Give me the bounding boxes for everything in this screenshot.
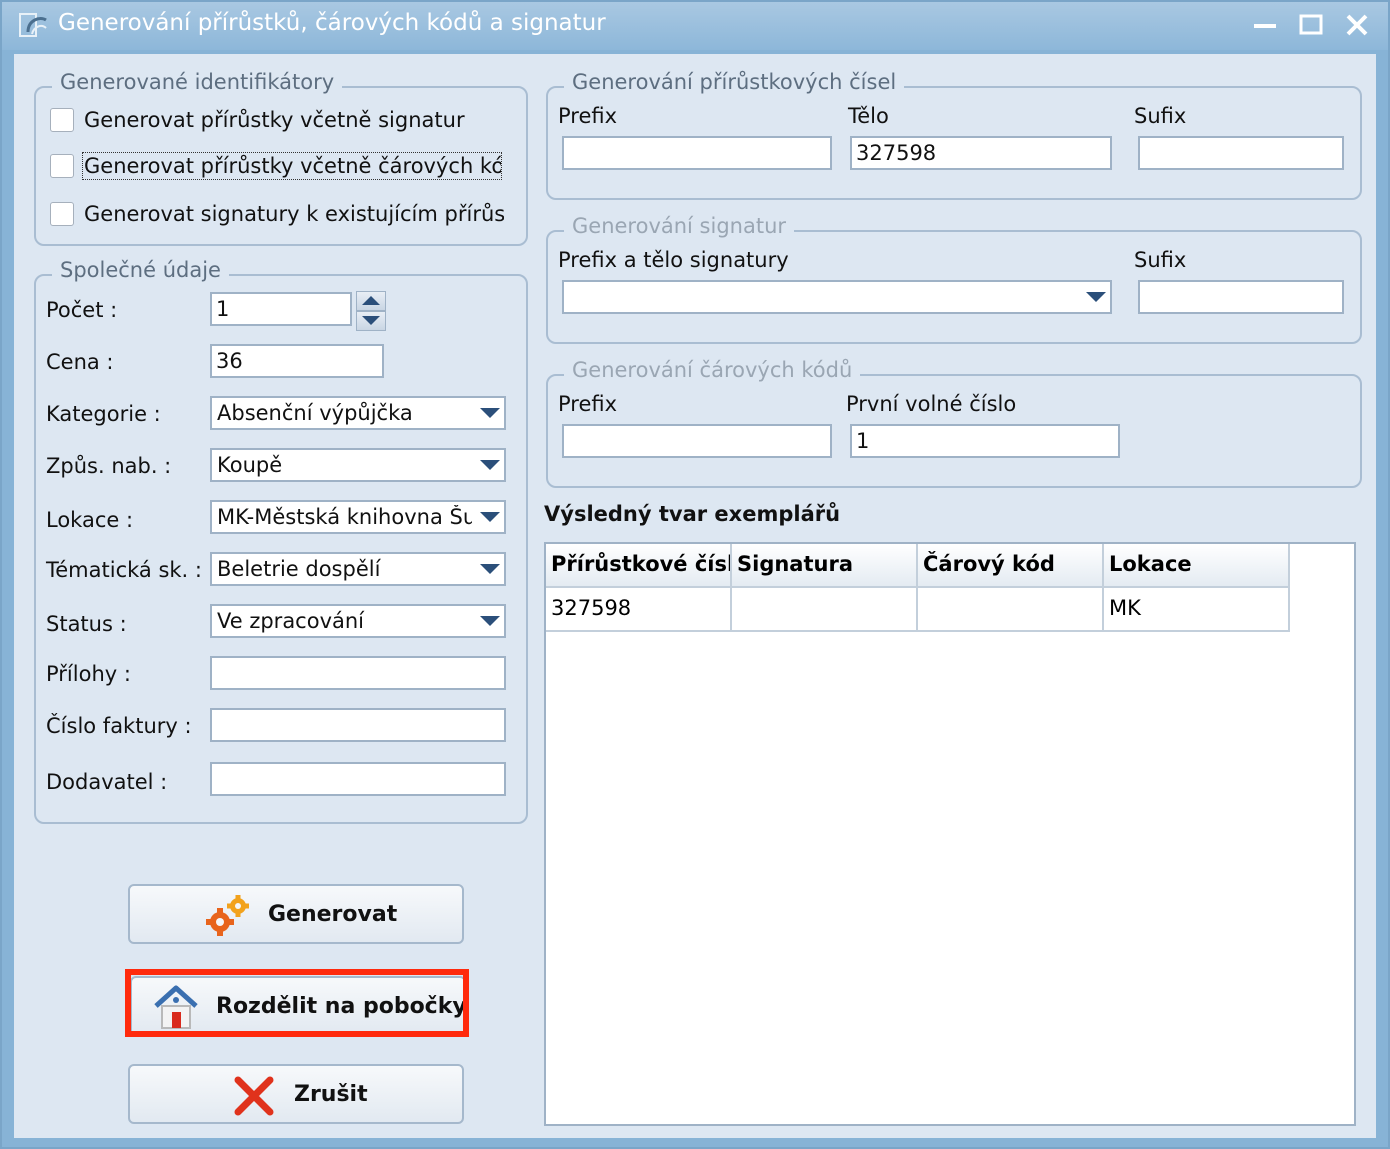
table-cell[interactable]: [732, 588, 918, 632]
chevron-down-icon: [480, 460, 500, 470]
arrow-down-icon: [362, 316, 380, 325]
table-cell[interactable]: 327598: [546, 588, 732, 632]
supplier-label: Dodavatel :: [46, 770, 168, 794]
cancel-x-icon: [234, 1076, 274, 1116]
home-icon: [154, 985, 198, 1029]
category-value: Absenční výpůjčka: [217, 401, 413, 425]
accession-prefix-input[interactable]: [562, 136, 832, 170]
chevron-down-icon: [480, 616, 500, 626]
checkbox-accession-with-signatures[interactable]: [50, 108, 74, 132]
accession-prefix-label: Prefix: [558, 104, 618, 128]
price-input[interactable]: 36: [210, 344, 384, 378]
acquisition-value: Koupě: [217, 453, 283, 477]
close-icon[interactable]: [1340, 8, 1374, 42]
location-label: Lokace :: [46, 508, 134, 532]
arrow-up-icon: [362, 296, 380, 305]
dialog-window: Generování přírůstků, čárových kódů a si…: [0, 0, 1390, 1149]
identifiers-group: Generované identifikátory Generovat přír…: [34, 70, 528, 246]
cancel-button-label: Zrušit: [294, 1082, 368, 1107]
status-value: Ve zpracování: [217, 609, 365, 633]
column-header-barcode[interactable]: Čárový kód: [918, 544, 1104, 588]
split-branches-button-label: Rozdělit na pobočky: [216, 994, 467, 1019]
app-icon: [19, 13, 47, 37]
chevron-down-icon: [480, 408, 500, 418]
price-label: Cena :: [46, 350, 114, 374]
common-legend: Společné údaje: [52, 258, 229, 282]
identifiers-legend: Generované identifikátory: [52, 70, 343, 94]
signature-group: Generování signatur Prefix a tělo signat…: [546, 214, 1362, 344]
column-header-signature[interactable]: Signatura: [732, 544, 918, 588]
maximize-icon[interactable]: [1294, 8, 1328, 42]
attachments-label: Přílohy :: [46, 662, 131, 686]
thematic-label: Tématická sk. :: [46, 558, 202, 582]
column-header-accession[interactable]: Přírůstkové číslo: [546, 544, 732, 588]
category-select[interactable]: Absenční výpůjčka: [210, 396, 506, 430]
supplier-input[interactable]: [210, 762, 506, 796]
checkbox-label[interactable]: Generovat signatury k existujícím přírůs…: [84, 202, 504, 226]
location-value: MK-Městská knihovna Šumperk: [217, 505, 472, 529]
window-title: Generování přírůstků, čárových kódů a si…: [58, 10, 606, 36]
status-select[interactable]: Ve zpracování: [210, 604, 506, 638]
acquisition-select[interactable]: Koupě: [210, 448, 506, 482]
common-data-group: Společné údaje Počet : 1 Cena : 36 Kateg…: [34, 258, 528, 824]
checkbox-signatures-for-existing[interactable]: [50, 202, 74, 226]
category-label: Kategorie :: [46, 402, 161, 426]
table-cell[interactable]: [918, 588, 1104, 632]
accession-body-input[interactable]: 327598: [850, 136, 1112, 170]
accession-body-label: Tělo: [848, 104, 889, 128]
signature-prefix-body-select[interactable]: [562, 280, 1112, 314]
column-header-location[interactable]: Lokace: [1104, 544, 1290, 588]
chevron-down-icon: [480, 564, 500, 574]
checkbox-label[interactable]: Generovat přírůstky včetně signatur: [84, 108, 524, 132]
accession-suffix-input[interactable]: [1138, 136, 1344, 170]
invoice-input[interactable]: [210, 708, 506, 742]
title-bar[interactable]: Generování přírůstků, čárových kódů a si…: [2, 2, 1388, 50]
invoice-label: Číslo faktury :: [46, 714, 192, 738]
signature-prefix-body-label: Prefix a tělo signatury: [558, 248, 789, 272]
barcode-first-free-input[interactable]: 1: [850, 424, 1120, 458]
signature-legend: Generování signatur: [564, 214, 795, 238]
result-title: Výsledný tvar exemplářů: [544, 502, 841, 526]
barcode-prefix-label: Prefix: [558, 392, 618, 416]
barcode-prefix-input[interactable]: [562, 424, 832, 458]
gears-icon: [206, 895, 249, 936]
count-decrement[interactable]: [356, 311, 386, 331]
count-increment[interactable]: [356, 291, 386, 311]
accession-legend: Generování přírůstkových čísel: [564, 70, 905, 94]
cancel-button[interactable]: Zrušit: [128, 1064, 464, 1124]
attachments-input[interactable]: [210, 656, 506, 690]
split-branches-button[interactable]: Rozdělit na pobočky: [130, 976, 467, 1036]
accession-group: Generování přírůstkových čísel Prefix Tě…: [546, 70, 1362, 200]
status-label: Status :: [46, 612, 127, 636]
generate-button[interactable]: Generovat: [128, 884, 464, 944]
barcode-legend: Generování čárových kódů: [564, 358, 861, 382]
thematic-value: Beletrie dospělí: [217, 557, 381, 581]
accession-suffix-label: Sufix: [1134, 104, 1187, 128]
minimize-icon[interactable]: [1248, 8, 1282, 42]
barcode-group: Generování čárových kódů Prefix První vo…: [546, 358, 1362, 488]
checkbox-accession-with-barcodes[interactable]: [50, 154, 74, 178]
barcode-first-free-label: První volné číslo: [846, 392, 1017, 416]
thematic-select[interactable]: Beletrie dospělí: [210, 552, 506, 586]
acquisition-label: Způs. nab. :: [46, 454, 172, 478]
chevron-down-icon: [1086, 292, 1106, 302]
signature-suffix-label: Sufix: [1134, 248, 1187, 272]
chevron-down-icon: [480, 512, 500, 522]
generate-button-label: Generovat: [268, 902, 398, 927]
location-select[interactable]: MK-Městská knihovna Šumperk: [210, 500, 506, 534]
count-label: Počet :: [46, 298, 118, 322]
count-input[interactable]: 1: [210, 292, 352, 326]
result-table[interactable]: Přírůstkové číslo Signatura Čárový kód L…: [544, 542, 1356, 1126]
table-cell[interactable]: MK: [1104, 588, 1290, 632]
checkbox-label[interactable]: Generovat přírůstky včetně čárových kódů: [82, 152, 502, 180]
signature-suffix-input[interactable]: [1138, 280, 1344, 314]
